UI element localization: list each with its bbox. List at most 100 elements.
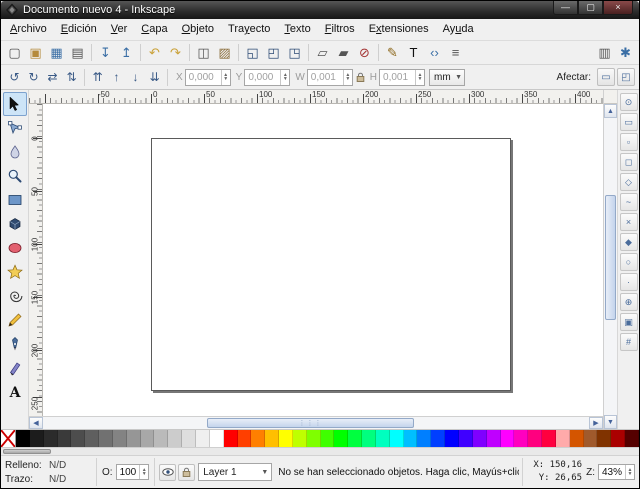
maximize-button[interactable]: ▢	[578, 1, 603, 15]
units-dropdown[interactable]: mm ▼	[429, 69, 465, 86]
menu-ver[interactable]: Ver	[104, 19, 135, 40]
snap-grid-guides-button[interactable]: #	[620, 333, 638, 351]
palette-swatch[interactable]	[182, 430, 196, 447]
palette-swatch[interactable]	[459, 430, 473, 447]
menu-texto[interactable]: Texto	[277, 19, 317, 40]
calligraphy-tool[interactable]	[3, 356, 27, 380]
palette-scroll-thumb[interactable]	[3, 449, 51, 454]
palette-swatch[interactable]	[99, 430, 113, 447]
vertical-ruler[interactable]: 050100150200250	[29, 104, 43, 416]
palette-swatch[interactable]	[307, 430, 321, 447]
rotate-ccw-button[interactable]: ↺	[5, 68, 24, 87]
width-spinner[interactable]: ▲▼	[343, 70, 352, 85]
menu-extensiones[interactable]: Extensiones	[362, 19, 436, 40]
text-dialog-button[interactable]: T	[403, 42, 424, 63]
x-spinner[interactable]: ▲▼	[221, 70, 230, 85]
palette-swatch[interactable]	[473, 430, 487, 447]
palette-swatch[interactable]	[293, 430, 307, 447]
palette-swatch[interactable]	[487, 430, 501, 447]
scroll-down-button[interactable]: ▼	[604, 415, 617, 429]
snap-bounding-box-button[interactable]: ▭	[620, 113, 638, 131]
flip-horizontal-button[interactable]: ⇄	[43, 68, 62, 87]
palette-swatch[interactable]	[584, 430, 598, 447]
duplicate-button[interactable]: ▱	[312, 42, 333, 63]
y-spinner[interactable]: ▲▼	[280, 70, 289, 85]
snap-midpoints-button[interactable]: ·	[620, 273, 638, 291]
save-document-button[interactable]: ▦	[46, 42, 67, 63]
export-button[interactable]: ↥	[116, 42, 137, 63]
palette-swatch[interactable]	[348, 430, 362, 447]
fill-stroke-dialog-button[interactable]: ✎	[382, 42, 403, 63]
vertical-scroll-thumb[interactable]	[605, 195, 616, 320]
palette-swatch[interactable]	[625, 430, 639, 447]
copy-button[interactable]: ◫	[193, 42, 214, 63]
palette-swatch[interactable]	[542, 430, 556, 447]
palette-swatch[interactable]	[30, 430, 44, 447]
minimize-button[interactable]: —	[553, 1, 578, 15]
layer-visibility-button[interactable]	[159, 464, 176, 481]
palette-swatch[interactable]	[597, 430, 611, 447]
palette-swatch[interactable]	[16, 430, 30, 447]
box3d-tool[interactable]	[3, 212, 27, 236]
palette-swatch[interactable]	[210, 430, 224, 447]
palette-swatch[interactable]	[113, 430, 127, 447]
pencil-tool[interactable]	[3, 308, 27, 332]
create-clone-button[interactable]: ▰	[333, 42, 354, 63]
paste-button[interactable]: ▨	[214, 42, 235, 63]
snap-smooth-nodes-button[interactable]: ○	[620, 253, 638, 271]
menu-trayecto[interactable]: Trayecto	[221, 19, 277, 40]
star-tool[interactable]	[3, 260, 27, 284]
palette-swatch[interactable]	[362, 430, 376, 447]
scroll-up-button[interactable]: ▲	[604, 104, 617, 118]
palette-swatch[interactable]	[570, 430, 584, 447]
palette-swatch[interactable]	[417, 430, 431, 447]
palette-swatch[interactable]	[501, 430, 515, 447]
snap-path-intersections-button[interactable]: ×	[620, 213, 638, 231]
zoom-input[interactable]: 43% ▲▼	[598, 464, 635, 480]
height-input[interactable]: 0,001 ▲▼	[379, 69, 425, 86]
unlink-clone-button[interactable]: ⊘	[354, 42, 375, 63]
vertical-scroll-track[interactable]	[604, 118, 617, 415]
palette-swatch[interactable]	[154, 430, 168, 447]
horizontal-scroll-track[interactable]: ⋮⋮⋮	[43, 417, 589, 429]
layer-dropdown[interactable]: Layer 1 ▼	[198, 463, 272, 481]
redo-button[interactable]: ↷	[165, 42, 186, 63]
y-input[interactable]: 0,000 ▲▼	[244, 69, 290, 86]
snap-bbox-corners-button[interactable]: ◻	[620, 153, 638, 171]
new-document-button[interactable]: ▢	[4, 42, 25, 63]
document-properties-button[interactable]: ▥	[594, 42, 615, 63]
undo-button[interactable]: ↶	[144, 42, 165, 63]
horizontal-ruler[interactable]: -50050100150200250300350400	[29, 90, 603, 104]
snap-bbox-edges-button[interactable]: ▫	[620, 133, 638, 151]
palette-swatch[interactable]	[196, 430, 210, 447]
palette-swatch[interactable]	[390, 430, 404, 447]
palette-swatch[interactable]	[334, 430, 348, 447]
align-dialog-button[interactable]: ≡	[445, 42, 466, 63]
width-input[interactable]: 0,001 ▲▼	[307, 69, 353, 86]
palette-swatch[interactable]	[224, 430, 238, 447]
text-tool[interactable]: A	[3, 380, 27, 404]
palette-swatch[interactable]	[85, 430, 99, 447]
menu-edicion[interactable]: Edición	[54, 19, 104, 40]
import-button[interactable]: ↧	[95, 42, 116, 63]
scroll-right-button[interactable]: ▶	[589, 417, 603, 429]
palette-swatch[interactable]	[514, 430, 528, 447]
palette-swatch[interactable]	[404, 430, 418, 447]
fill-stroke-indicator[interactable]: Relleno: N/D Trazo: N/D	[1, 456, 93, 488]
lower-button[interactable]: ↓	[126, 68, 145, 87]
open-document-button[interactable]: ▣	[25, 42, 46, 63]
ellipse-tool[interactable]	[3, 236, 27, 260]
palette-swatch[interactable]	[44, 430, 58, 447]
flip-vertical-button[interactable]: ⇅	[62, 68, 81, 87]
selector-tool[interactable]	[3, 92, 27, 116]
x-input[interactable]: 0,000 ▲▼	[185, 69, 231, 86]
palette-swatch[interactable]	[321, 430, 335, 447]
palette-swatch[interactable]	[141, 430, 155, 447]
snap-cusp-nodes-button[interactable]: ◆	[620, 233, 638, 251]
opacity-input[interactable]: 100 ▲▼	[116, 464, 150, 480]
palette-swatch[interactable]	[556, 430, 570, 447]
menu-filtros[interactable]: Filtros	[318, 19, 362, 40]
palette-swatch[interactable]	[58, 430, 72, 447]
snap-page-border-button[interactable]: ▣	[620, 313, 638, 331]
rotate-cw-button[interactable]: ↻	[24, 68, 43, 87]
